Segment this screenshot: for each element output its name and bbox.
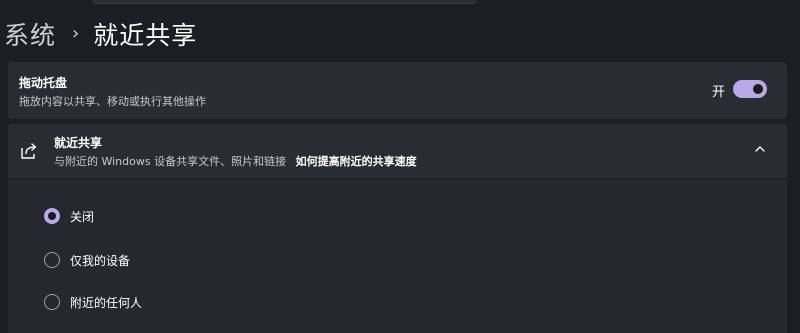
nearby-sharing-description: 与附近的 Windows 设备共享文件、照片和链接 如何提高附近的共享速度 — [54, 153, 417, 169]
radio-button[interactable] — [44, 208, 60, 224]
search-box[interactable] — [92, 0, 477, 4]
chevron-up-icon[interactable] — [753, 142, 767, 156]
share-icon — [21, 143, 37, 159]
page-title: 就近共享 — [93, 21, 198, 50]
drag-tray-description: 拖放内容以共享、移动或执行其他操作 — [19, 95, 206, 108]
toggle-knob — [753, 84, 763, 94]
settings-page: 系统 › 就近共享 拖动托盘 拖放内容以共享、移动或执行其他操作 开 就近共享 … — [0, 0, 800, 333]
radio-button[interactable] — [44, 252, 60, 268]
breadcrumb: 系统 › 就近共享 — [4, 14, 197, 54]
drag-tray-title: 拖动托盘 — [19, 76, 68, 90]
radio-button[interactable] — [44, 294, 60, 310]
drag-tray-toggle-label: 开 — [711, 85, 725, 100]
radio-option-off[interactable]: 关闭 — [44, 205, 94, 227]
breadcrumb-separator-icon: › — [72, 22, 80, 44]
breadcrumb-parent[interactable]: 系统 — [4, 16, 56, 52]
radio-option-my-devices[interactable]: 仅我的设备 — [44, 249, 130, 271]
nearby-sharing-header[interactable]: 就近共享 与附近的 Windows 设备共享文件、照片和链接 如何提高附近的共享… — [8, 124, 787, 178]
nearby-sharing-description-text: 与附近的 Windows 设备共享文件、照片和链接 — [54, 155, 287, 168]
help-link[interactable]: 如何提高附近的共享速度 — [296, 155, 417, 168]
radio-option-label: 附近的任何人 — [70, 295, 143, 310]
radio-option-everyone-nearby[interactable]: 附近的任何人 — [44, 291, 142, 313]
radio-option-label: 仅我的设备 — [70, 253, 131, 268]
radio-option-label: 关闭 — [70, 209, 95, 224]
drag-tray-toggle[interactable] — [733, 80, 767, 98]
drag-tray-setting: 拖动托盘 拖放内容以共享、移动或执行其他操作 开 — [8, 62, 787, 119]
nearby-sharing-title: 就近共享 — [54, 136, 103, 150]
